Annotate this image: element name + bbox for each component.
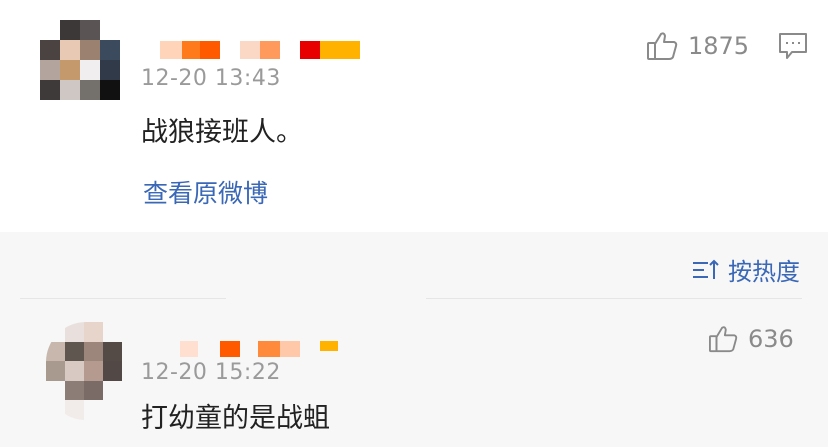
- view-original-link[interactable]: 查看原微博: [143, 174, 268, 210]
- divider: [20, 298, 226, 299]
- comment-icon[interactable]: [778, 32, 808, 60]
- like-button[interactable]: 1875: [646, 31, 749, 61]
- username-censored[interactable]: [180, 341, 338, 357]
- like-count: 636: [748, 325, 794, 353]
- comment-text: 打幼童的是战蛆: [141, 403, 330, 434]
- comment-timestamp: 12-20 15:22: [141, 360, 281, 385]
- like-button[interactable]: 636: [708, 325, 794, 353]
- avatar[interactable]: [46, 322, 122, 420]
- divider: [426, 298, 802, 299]
- avatar[interactable]: [40, 20, 120, 100]
- sort-label: 按热度: [728, 258, 800, 286]
- comment-text: 战狼接班人。: [141, 117, 303, 148]
- like-count: 1875: [688, 32, 750, 60]
- thumbs-up-icon: [709, 326, 738, 353]
- sort-by-hot-button[interactable]: 按热度: [692, 252, 800, 287]
- username-censored[interactable]: [160, 41, 360, 59]
- sort-icon: [693, 259, 719, 279]
- thumbs-up-icon: [647, 32, 678, 60]
- comment-timestamp: 12-20 13:43: [141, 66, 281, 91]
